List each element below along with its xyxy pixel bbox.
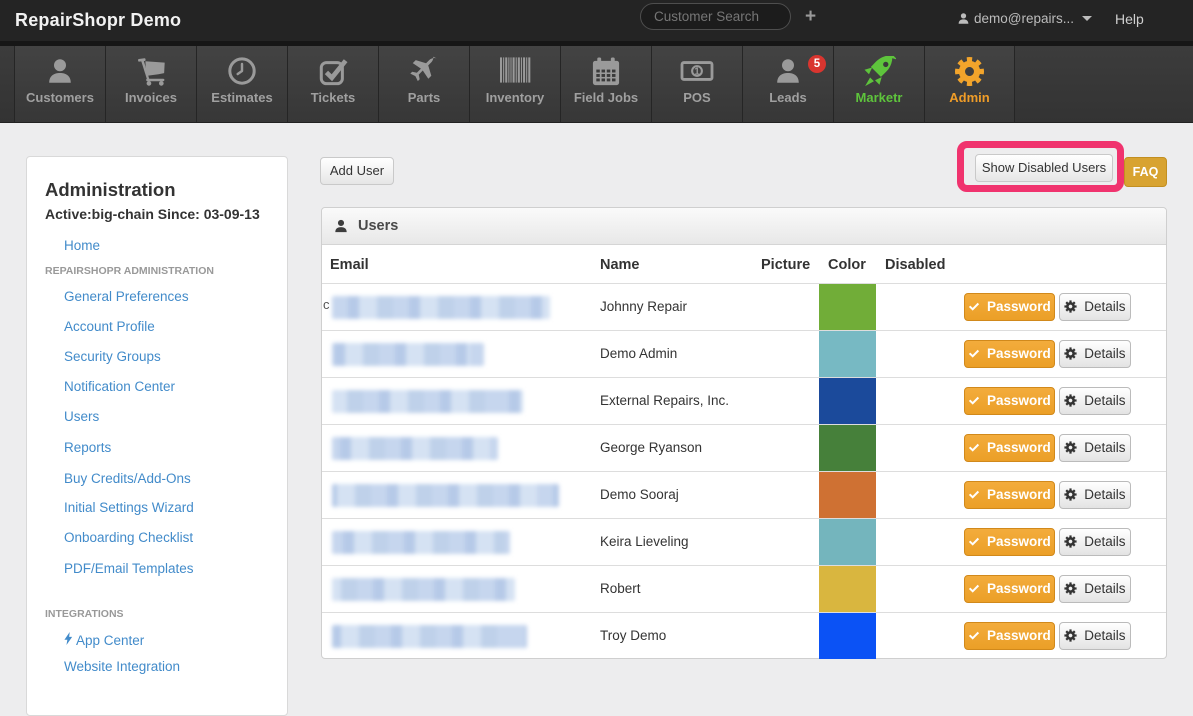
svg-text:1: 1: [694, 67, 700, 78]
